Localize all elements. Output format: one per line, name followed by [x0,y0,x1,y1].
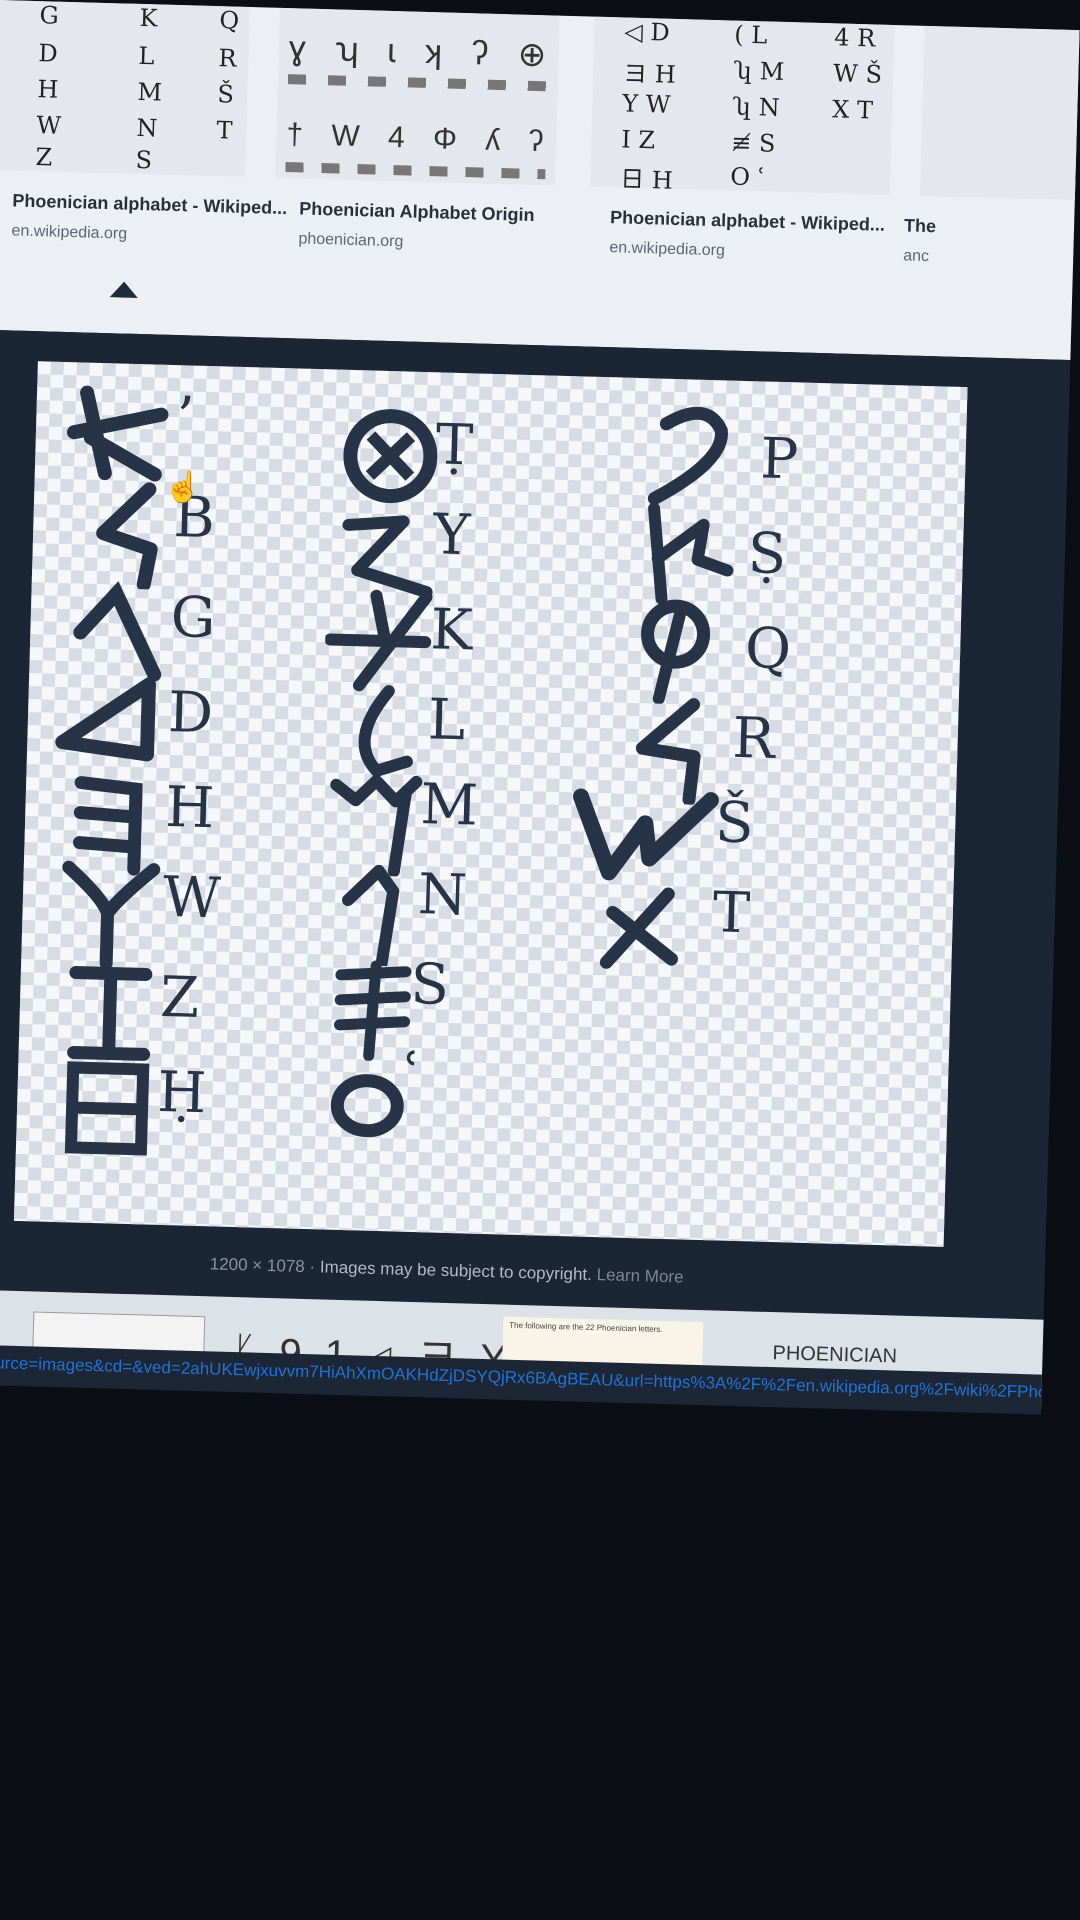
thumb-letter: R [218,44,237,73]
glyph-qoph [641,599,711,705]
latin-letter: M [419,772,479,839]
result-caption-2[interactable]: Phoenician Alphabet Origin [299,198,535,226]
thumb-letter: N [136,113,158,143]
result-source-1[interactable]: en.wikipedia.org [11,222,127,243]
thumb-letter: Y W [621,89,671,119]
result-caption-4[interactable]: The [904,215,937,237]
thumb-letter: G [39,1,60,30]
thumb2-glyph-row-2: † W 4 Φ ʎ ʔ O ≢ [285,118,560,162]
thumb-letter: Š [217,80,235,109]
result-caption-3[interactable]: Phoenician alphabet - Wikiped... [610,207,885,236]
thumb-letter: W [36,111,62,140]
thumb-letter: H [37,75,59,104]
thumb-letter: D [38,39,59,68]
thumb-letter: 4 R [833,23,876,53]
thumb-letter: ヨ H [622,59,677,89]
thumb-letter: K [139,3,158,33]
thumb-letter: 日 H [619,165,674,195]
thumb-letter: X T [831,95,874,125]
thumb2-caption-row-1 [287,74,548,92]
latin-letter: Š [714,790,755,857]
latin-letter: H [164,774,216,842]
latin-letter: Z [159,964,201,1031]
latin-letter: W [162,864,222,932]
thumb-letter: T [216,116,233,145]
image-preview-panel: ’ B G D H W Z Ḥ Ṭ Y K L M N S ʿ P Ṣ Q R … [0,329,1080,1381]
latin-letter: Y [432,502,472,569]
result-thumbnail-3[interactable]: ◁ D ( L 4 R ヨ H ʮ M W Š Y W ʮ N X T I Z … [590,16,895,195]
image-dimensions: 1200 × 1078 [209,1254,306,1276]
thumb-letter: ( L [733,20,768,50]
thumb-letter: ʮ N [731,92,781,122]
latin-letter: R [731,705,776,772]
result-source-2[interactable]: phoenician.org [298,230,403,251]
glyph-waw [62,860,161,970]
thumb2-caption-row-2 [285,162,546,180]
latin-letter: Ṭ [434,412,475,479]
latin-letter: P [759,426,800,493]
copyright-notice: Images may be subject to copyright. [319,1257,593,1285]
latin-letter: N [417,862,469,929]
thumb-letter: O ʿ [729,162,766,192]
thumb-letter: Z [35,143,53,172]
thumb-letter: M [137,77,163,107]
latin-letter: G [169,585,217,652]
thumb-letter: ◁ D [623,17,671,47]
thumb-letter: L [138,41,155,71]
related-thumb-title[interactable]: PHOENICIAN [772,1342,897,1368]
thumb-letter: Q [219,6,240,35]
latin-letter: ʿ [402,1041,422,1108]
preview-image[interactable]: ’ B G D H W Z Ḥ Ṭ Y K L M N S ʿ P Ṣ Q R … [13,361,968,1247]
thumb-letter: W Š [832,59,883,89]
latin-letter: Ṣ [746,521,788,588]
thumb-letter: I Z [620,125,656,155]
learn-more-link[interactable]: Learn More [596,1265,683,1286]
latin-letter: L [427,687,467,754]
glyph-pe [647,406,728,505]
glyph-taw [599,887,678,969]
result-source-4[interactable]: anc [903,247,929,266]
image-meta: 1200 × 1078 · Images may be subject to c… [209,1254,684,1287]
result-caption-1[interactable]: Phoenician alphabet - Wikiped... [12,190,287,219]
thumb2-glyph-row-1: ɣ ʮ ɩ ʞ ʔ ⊕ ʜ [288,29,560,76]
result-source-3[interactable]: en.wikipedia.org [609,239,725,260]
glyph-aleph [66,385,169,482]
thumb-letter: S [135,145,153,175]
latin-letter: Q [744,616,792,683]
latin-letter: ’ [175,385,196,451]
result-thumbnail-1[interactable]: G K Q D L R H M Š W N T Z S [0,0,250,177]
hand-cursor-icon: ☝ [163,470,203,505]
monitor-screen: G K Q D L R H M Š W N T Z S Phoenician a… [0,0,1080,1500]
selected-result-pointer [109,281,139,298]
glyph-heth [64,1061,150,1156]
latin-letter: T [711,880,752,947]
thumb-letter: ʮ M [732,56,785,86]
thumb-letter: ≢ S [730,128,776,158]
latin-letter: D [167,679,214,747]
image-results-row: G K Q D L R H M Š W N T Z S Phoenician a… [0,0,1080,361]
latin-letter: Ḥ [156,1059,208,1127]
result-thumbnail-2[interactable]: ɣ ʮ ɩ ʞ ʔ ⊕ ʜ † W 4 Φ ʎ ʔ O ≢ [275,7,560,186]
related-note: The following are the 22 Phoenician lett… [509,1320,663,1335]
latin-letter: S [409,951,450,1018]
result-thumbnail-4[interactable] [919,25,1080,202]
latin-letter: K [429,597,474,664]
